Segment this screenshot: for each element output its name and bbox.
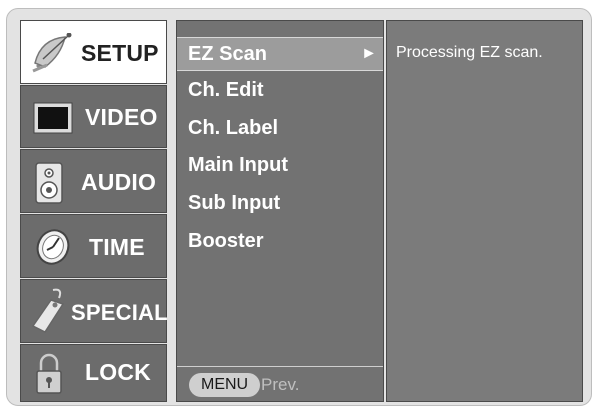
menu-item-main-input[interactable]: Main Input xyxy=(177,148,383,184)
right-arrow-icon: ► xyxy=(361,45,377,62)
tab-label: LOCK xyxy=(85,359,151,385)
detail-panel: Processing EZ scan. xyxy=(386,20,583,402)
tab-label: VIDEO xyxy=(85,104,158,130)
menu-item-label: Sub Input xyxy=(188,192,281,214)
tab-video[interactable]: VIDEO xyxy=(20,85,167,148)
tab-setup[interactable]: SETUP xyxy=(20,20,167,84)
main-menu-tabs: SETUP VIDEO AUDIO TIME SPECIAL LOCK xyxy=(20,20,168,402)
menu-item-ch-label[interactable]: Ch. Label xyxy=(177,111,383,147)
tab-lock[interactable]: LOCK xyxy=(20,344,167,402)
submenu-top-band xyxy=(177,21,383,38)
clock-icon xyxy=(33,228,73,271)
status-message: Processing EZ scan. xyxy=(396,44,543,61)
setup-submenu: EZ Scan ► Ch. Edit Ch. Label Main Input … xyxy=(176,20,384,402)
menu-item-label: Booster xyxy=(188,230,264,252)
menu-item-sub-input[interactable]: Sub Input xyxy=(177,186,383,222)
menu-item-ch-edit[interactable]: Ch. Edit xyxy=(177,73,383,109)
tab-label: SPECIAL xyxy=(71,300,168,325)
menu-item-label: Main Input xyxy=(188,154,288,176)
tag-icon xyxy=(29,286,73,341)
menu-button[interactable]: MENU xyxy=(189,373,261,397)
menu-item-label: Ch. Edit xyxy=(188,79,264,101)
tv-screen-icon xyxy=(33,102,73,139)
speaker-icon xyxy=(35,162,63,209)
prev-label: Prev. xyxy=(261,375,300,394)
menu-item-ez-scan[interactable]: EZ Scan ► xyxy=(177,37,383,71)
tab-time[interactable]: TIME xyxy=(20,214,167,278)
menu-item-booster[interactable]: Booster xyxy=(177,224,383,260)
tab-label: AUDIO xyxy=(81,169,157,195)
tab-audio[interactable]: AUDIO xyxy=(20,149,167,213)
padlock-icon xyxy=(35,351,63,400)
menu-item-label: EZ Scan xyxy=(188,43,267,65)
submenu-footer: MENU Prev. xyxy=(177,366,383,401)
tab-label: SETUP xyxy=(81,40,159,66)
satellite-dish-icon xyxy=(31,32,75,78)
menu-item-label: Ch. Label xyxy=(188,117,279,139)
tab-special[interactable]: SPECIAL xyxy=(20,279,168,343)
tab-label: TIME xyxy=(89,234,145,260)
